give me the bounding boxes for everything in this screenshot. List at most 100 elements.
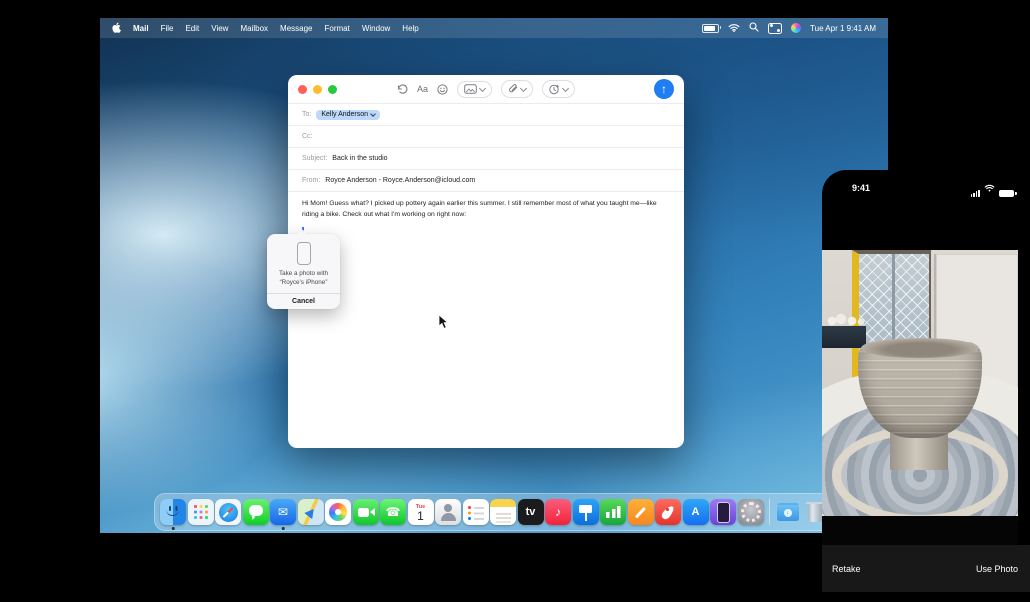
photo-ceramics bbox=[824, 312, 866, 326]
send-button[interactable]: ↑ bbox=[654, 79, 674, 99]
messages-dock-icon[interactable] bbox=[243, 499, 269, 525]
menu-bar-status-area: Tue Apr 1 9:41 AM bbox=[702, 22, 876, 34]
photo-letterbox bbox=[822, 516, 1018, 545]
menu-bar: Mail File Edit View Mailbox Message Form… bbox=[100, 18, 888, 38]
calendar-dock-icon[interactable]: Tue1 bbox=[408, 499, 434, 525]
safari-dock-icon[interactable] bbox=[215, 499, 241, 525]
photos-dock-icon[interactable] bbox=[325, 499, 351, 525]
photo-browser-icon bbox=[464, 84, 477, 94]
mail-dock-icon[interactable]: ✉ bbox=[270, 499, 296, 525]
cc-label: Cc: bbox=[302, 133, 313, 140]
running-indicator bbox=[282, 527, 285, 530]
chevron-down-icon bbox=[520, 84, 527, 91]
undo-icon bbox=[397, 84, 408, 94]
send-icon: ↑ bbox=[661, 82, 667, 96]
launchpad-dock-icon[interactable] bbox=[188, 499, 214, 525]
apple-menu-icon[interactable] bbox=[112, 22, 121, 35]
emoji-button[interactable] bbox=[437, 84, 448, 95]
music-dock-icon[interactable]: ♪ bbox=[545, 499, 571, 525]
format-button[interactable]: Aa bbox=[417, 84, 428, 94]
compose-tool-icons: Aa bbox=[397, 80, 575, 98]
contacts-dock-icon[interactable] bbox=[435, 499, 461, 525]
from-field[interactable]: From: Royce Anderson - Royce.Anderson@ic… bbox=[288, 169, 684, 191]
menu-item-format[interactable]: Format bbox=[325, 24, 350, 33]
rocket-app-dock-icon[interactable] bbox=[655, 499, 681, 525]
menubar-clock[interactable]: Tue Apr 1 9:41 AM bbox=[810, 24, 876, 33]
chevron-down-icon bbox=[370, 111, 376, 117]
keynote-dock-icon[interactable] bbox=[573, 499, 599, 525]
recipient-token[interactable]: Kelly Anderson bbox=[316, 110, 380, 120]
popup-text: Take a photo with “Royce’s iPhone” bbox=[267, 270, 340, 288]
emoji-icon bbox=[437, 84, 448, 95]
numbers-dock-icon[interactable] bbox=[600, 499, 626, 525]
undo-button[interactable] bbox=[397, 84, 408, 94]
wifi-icon bbox=[984, 179, 995, 197]
dock-divider bbox=[769, 499, 770, 525]
to-label: To: bbox=[302, 111, 311, 118]
camera-action-bar: Retake Use Photo bbox=[822, 545, 1030, 592]
downloads-dock-icon[interactable] bbox=[775, 499, 801, 525]
message-text: Hi Mom! Guess what? I picked up pottery … bbox=[302, 200, 657, 218]
mail-compose-window: Aa bbox=[288, 75, 684, 448]
continuity-camera-popup: Take a photo with “Royce’s iPhone” Cance… bbox=[267, 234, 340, 309]
tv-dock-icon[interactable]: tv bbox=[518, 499, 544, 525]
menu-item-mailbox[interactable]: Mailbox bbox=[240, 24, 268, 33]
minimize-window-button[interactable] bbox=[313, 85, 322, 94]
photo-browser-button[interactable] bbox=[457, 81, 492, 98]
cellular-signal-icon bbox=[971, 190, 980, 198]
menu-item-mail[interactable]: Mail bbox=[133, 24, 149, 33]
facetime-dock-icon[interactable] bbox=[353, 499, 379, 525]
reminders-dock-icon[interactable] bbox=[463, 499, 489, 525]
control-center-icon[interactable] bbox=[768, 23, 782, 34]
phone-dock-icon[interactable]: ☎ bbox=[380, 499, 406, 525]
from-value: Royce Anderson - Royce.Anderson@icloud.c… bbox=[325, 177, 475, 184]
battery-icon[interactable] bbox=[702, 24, 719, 33]
iphone-device-dock-icon[interactable] bbox=[710, 499, 736, 525]
menu-item-message[interactable]: Message bbox=[280, 24, 312, 33]
iphone-status-icons bbox=[971, 179, 1014, 197]
compose-toolbar: Aa bbox=[288, 75, 684, 103]
popup-line1: Take a photo with bbox=[271, 270, 336, 279]
cc-field[interactable]: Cc: bbox=[288, 125, 684, 147]
iphone-clock: 9:41 bbox=[852, 183, 870, 193]
battery-icon bbox=[999, 190, 1014, 197]
pages-dock-icon[interactable] bbox=[628, 499, 654, 525]
mac-desktop: Mail File Edit View Mailbox Message Form… bbox=[100, 18, 888, 533]
menu-item-file[interactable]: File bbox=[161, 24, 174, 33]
send-later-button[interactable] bbox=[542, 80, 575, 98]
dock: ✉ ☎Tue1 tv♪ A bbox=[154, 493, 834, 531]
wifi-icon[interactable] bbox=[728, 23, 740, 34]
app-store-dock-icon[interactable]: A bbox=[683, 499, 709, 525]
mouse-cursor bbox=[438, 314, 449, 335]
close-window-button[interactable] bbox=[298, 85, 307, 94]
window-controls bbox=[298, 85, 337, 94]
popup-line2: “Royce’s iPhone” bbox=[271, 279, 336, 288]
to-field[interactable]: To: Kelly Anderson bbox=[288, 103, 684, 125]
message-body[interactable]: Hi Mom! Guess what? I picked up pottery … bbox=[288, 191, 684, 236]
attach-button[interactable] bbox=[501, 80, 533, 98]
use-photo-button[interactable]: Use Photo bbox=[976, 564, 1018, 574]
siri-icon[interactable] bbox=[791, 23, 801, 33]
iphone-screen: 9:41 Retake bbox=[822, 170, 1030, 602]
chevron-down-icon bbox=[479, 84, 486, 91]
cancel-button[interactable]: Cancel bbox=[267, 293, 340, 309]
zoom-window-button[interactable] bbox=[328, 85, 337, 94]
finder-dock-icon[interactable] bbox=[160, 499, 186, 525]
screen: Mail File Edit View Mailbox Message Form… bbox=[0, 0, 1030, 602]
retake-button[interactable]: Retake bbox=[832, 564, 861, 574]
iphone-outline-icon bbox=[297, 242, 311, 265]
menu-item-window[interactable]: Window bbox=[362, 24, 390, 33]
maps-dock-icon[interactable] bbox=[298, 499, 324, 525]
subject-label: Subject: bbox=[302, 155, 327, 162]
notes-dock-icon[interactable] bbox=[490, 499, 516, 525]
menu-item-edit[interactable]: Edit bbox=[185, 24, 199, 33]
camera-photo-preview bbox=[822, 250, 1018, 545]
clock-icon bbox=[549, 84, 560, 95]
menu-item-view[interactable]: View bbox=[211, 24, 228, 33]
system-settings-dock-icon[interactable] bbox=[738, 499, 764, 525]
menu-item-help[interactable]: Help bbox=[402, 24, 418, 33]
subject-value: Back in the studio bbox=[332, 155, 387, 162]
subject-field[interactable]: Subject: Back in the studio bbox=[288, 147, 684, 169]
paperclip-icon bbox=[508, 84, 518, 95]
spotlight-icon[interactable] bbox=[749, 22, 759, 34]
